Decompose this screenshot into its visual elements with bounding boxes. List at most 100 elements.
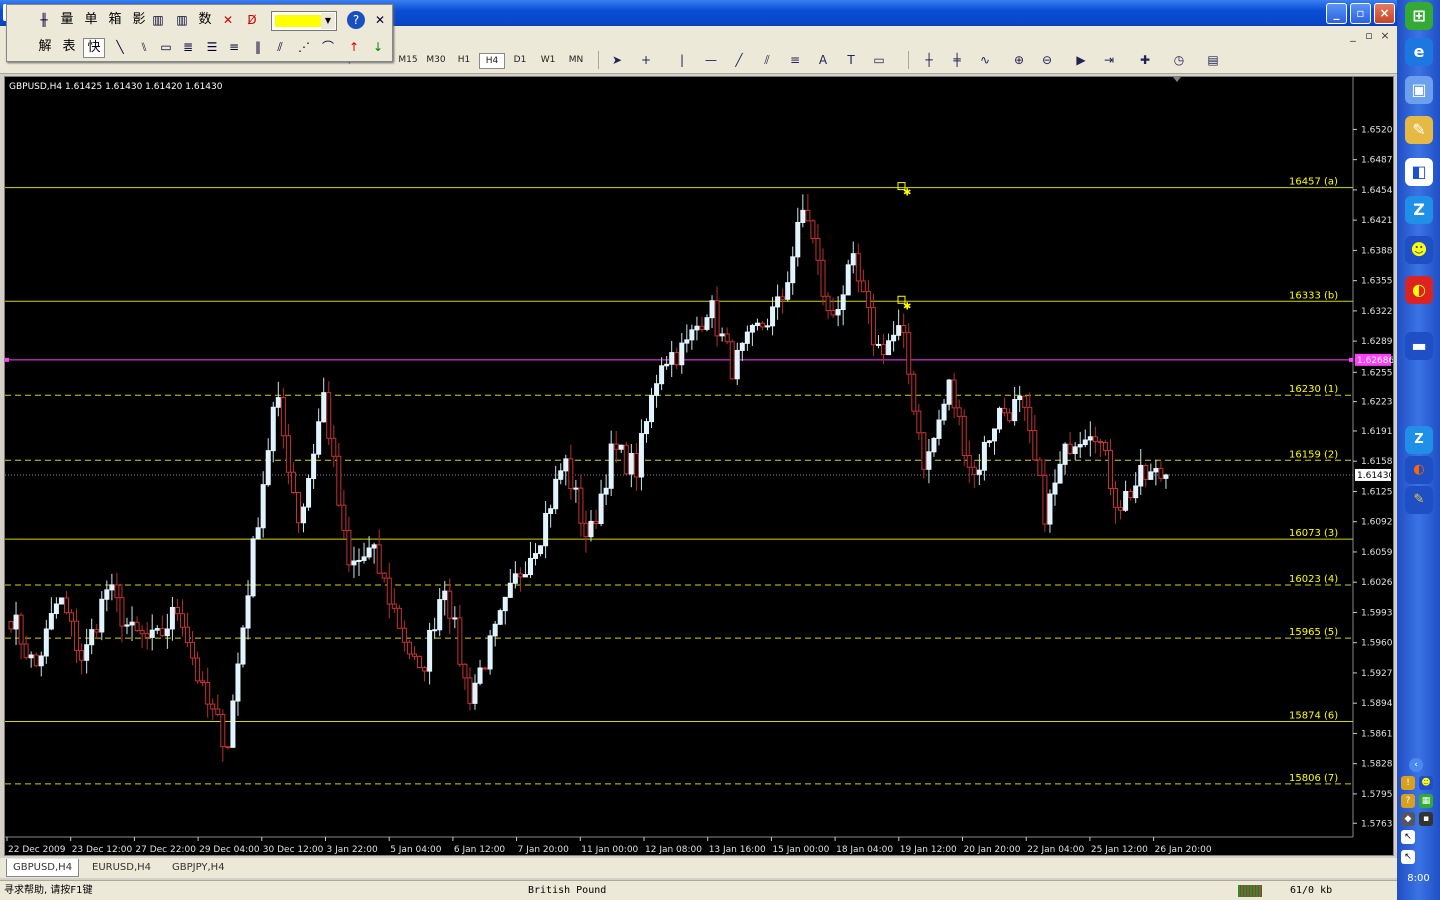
toolbox-btn-solve[interactable]: 解 bbox=[35, 38, 55, 56]
candle-body bbox=[714, 300, 720, 337]
bars2-icon[interactable]: ▥ bbox=[173, 11, 191, 29]
draw-rectangle-icon[interactable]: ▭ bbox=[157, 38, 175, 56]
trendline-icon[interactable]: ╱ bbox=[730, 52, 748, 68]
fib-expansion-icon[interactable]: ☰ bbox=[203, 38, 221, 56]
tf-h4-button[interactable]: H4 bbox=[479, 53, 505, 69]
tray-qq-icon[interactable]: ☻ bbox=[1419, 776, 1433, 790]
mdi-minimize-button[interactable]: _ bbox=[1345, 28, 1361, 44]
z-app-shortcut-icon[interactable]: Z bbox=[1405, 196, 1433, 224]
fib-fan-icon[interactable]: ⋰ bbox=[295, 38, 313, 56]
horizontal-line-icon[interactable]: — bbox=[702, 52, 720, 68]
crosshair-icon[interactable]: + bbox=[637, 52, 655, 68]
tf-mn-button[interactable]: MN bbox=[563, 53, 589, 67]
pointer-tray2-icon[interactable]: ↖ bbox=[1401, 850, 1415, 864]
fib-levels-icon[interactable]: ≡ bbox=[225, 38, 243, 56]
dropdown-arrow-icon[interactable]: ▼ bbox=[321, 13, 335, 29]
mdi-restore-button[interactable]: ▫ bbox=[1361, 28, 1377, 44]
tf-h1-button[interactable]: H1 bbox=[451, 53, 477, 67]
chart-canvas[interactable]: 1.65200 1.64870 1.64540 1.64210 1.63880 1.635… bbox=[5, 77, 1393, 855]
tray-expand-icon[interactable]: ‹ bbox=[1409, 758, 1423, 772]
chart-shift-icon[interactable]: ⇥ bbox=[1100, 52, 1118, 68]
qq-icon[interactable]: ◧ bbox=[1405, 158, 1433, 186]
tray-app-icon[interactable]: ◐ bbox=[1405, 456, 1433, 484]
bar-chart-icon[interactable]: ┼ bbox=[920, 52, 938, 68]
toolbox-btn-single[interactable]: 单 bbox=[81, 11, 101, 29]
minimize-button[interactable]: _ bbox=[1326, 3, 1347, 24]
security-icon[interactable]: ! bbox=[1401, 776, 1415, 790]
tray-help-icon[interactable]: ? bbox=[1401, 794, 1415, 808]
toolbox-btn-table[interactable]: 表 bbox=[59, 38, 79, 56]
tf-m30-button[interactable]: M30 bbox=[423, 53, 449, 67]
candle-body bbox=[1118, 506, 1124, 511]
templates-icon[interactable]: ▤ bbox=[1204, 52, 1222, 68]
tray-clock: 8:00 bbox=[1407, 873, 1430, 884]
maximize-button[interactable]: ▫ bbox=[1350, 3, 1371, 24]
vertical-line-icon[interactable]: | bbox=[673, 52, 691, 68]
volume-icon[interactable]: ◆ bbox=[1401, 812, 1415, 826]
z-tray-icon[interactable]: Z bbox=[1405, 426, 1433, 454]
cross-icon[interactable]: ✕ bbox=[219, 11, 237, 29]
keyboard-icon[interactable]: ▬ bbox=[1405, 332, 1433, 360]
candlestick-icon[interactable]: ╪ bbox=[948, 52, 966, 68]
indicators-icon[interactable]: ✚ bbox=[1136, 52, 1154, 68]
periods-icon[interactable]: ◷ bbox=[1170, 52, 1188, 68]
mdi-close-button[interactable]: × bbox=[1377, 28, 1393, 44]
equidistant-channel-icon[interactable]: ⫽ bbox=[758, 52, 776, 68]
text-label-icon[interactable]: T bbox=[842, 52, 860, 68]
draw-channel-icon[interactable]: ⑊ bbox=[135, 38, 153, 56]
paint-icon[interactable]: ✎ bbox=[1405, 116, 1433, 144]
bars-icon[interactable]: ▥ bbox=[149, 11, 167, 29]
arrow-up-icon[interactable]: ↑ bbox=[345, 38, 363, 56]
arrow-down-icon[interactable]: ↓ bbox=[369, 38, 387, 56]
toolbox-btn-number[interactable]: 数 bbox=[195, 11, 215, 29]
candle-body bbox=[669, 352, 675, 365]
zoom-out-icon[interactable]: ⊖ bbox=[1038, 52, 1056, 68]
candle-body bbox=[815, 237, 821, 261]
toolbox-btn-fast[interactable]: 快 bbox=[83, 38, 105, 58]
zoom-in-icon[interactable]: ⊕ bbox=[1010, 52, 1028, 68]
fib-arc-icon[interactable]: ⌒ bbox=[319, 38, 337, 56]
ie-browser-icon[interactable]: e bbox=[1405, 38, 1433, 66]
penguin-icon[interactable]: ☻ bbox=[1405, 236, 1433, 264]
toolbox-btn-volume[interactable]: 量 bbox=[57, 11, 77, 29]
chart-window[interactable]: 1.65200 1.64870 1.64540 1.64210 1.63880 1.635… bbox=[4, 76, 1394, 856]
tf-w1-button[interactable]: W1 bbox=[535, 53, 561, 67]
app-shortcut-icon[interactable]: ◐ bbox=[1405, 276, 1433, 304]
arrow-icon[interactable]: ▭ bbox=[870, 52, 888, 68]
pointer-tray-icon[interactable]: ↖ bbox=[1401, 830, 1415, 844]
close-button[interactable]: × bbox=[1374, 3, 1395, 24]
delete-drawings-icon[interactable]: D̸ bbox=[243, 11, 261, 29]
draw-line-icon[interactable]: ╲ bbox=[111, 38, 129, 56]
level-label: 16457 (a) bbox=[1289, 177, 1338, 188]
tf-m15-button[interactable]: M15 bbox=[395, 53, 421, 67]
fib-timezones-icon[interactable]: ‖ bbox=[249, 38, 267, 56]
tab-gbpusd-h4[interactable]: GBPUSD,H4 bbox=[6, 859, 80, 877]
fibonacci-icon[interactable]: ≡ bbox=[786, 52, 804, 68]
tray-monitor-icon[interactable]: ▪ bbox=[1419, 812, 1433, 826]
help-icon[interactable]: ? bbox=[347, 11, 365, 29]
tab-eurusd-h4[interactable]: EURUSD,H4 bbox=[86, 859, 157, 877]
network-icon[interactable]: ▦ bbox=[1419, 794, 1433, 808]
line-chart-icon[interactable]: ∿ bbox=[976, 52, 994, 68]
y-tick-label: 1.64870 bbox=[1361, 156, 1393, 166]
pointer-tool-icon[interactable]: ➤ bbox=[608, 52, 626, 68]
x-tick-label: 23 Dec 12:00 bbox=[72, 845, 133, 855]
auto-scroll-icon[interactable]: ▶ bbox=[1072, 52, 1090, 68]
candle-tool-icon[interactable]: ╫ bbox=[35, 11, 53, 29]
close-toolbox-icon[interactable]: ✕ bbox=[371, 11, 389, 29]
tf-d1-button[interactable]: D1 bbox=[507, 53, 533, 67]
gann-fan-icon[interactable]: ⫽ bbox=[271, 38, 289, 56]
toolbox-btn-shadow[interactable]: 影 bbox=[129, 11, 149, 29]
windows-start-icon[interactable]: ⊞ bbox=[1405, 2, 1433, 30]
color-picker[interactable]: ▼ bbox=[271, 11, 337, 31]
fib-retrace-icon[interactable]: ≣ bbox=[179, 38, 197, 56]
media-icon[interactable]: ▣ bbox=[1405, 76, 1433, 104]
candle-body bbox=[1012, 399, 1018, 422]
candle-body bbox=[875, 343, 881, 346]
candle-body bbox=[321, 392, 327, 423]
toolbox-btn-box[interactable]: 箱 bbox=[105, 11, 125, 29]
text-tool-icon[interactable]: A bbox=[814, 52, 832, 68]
tray-paint-icon[interactable]: ✎ bbox=[1405, 486, 1433, 514]
tab-gbpjpy-h4[interactable]: GBPJPY,H4 bbox=[166, 859, 231, 877]
candle-body bbox=[94, 629, 100, 633]
